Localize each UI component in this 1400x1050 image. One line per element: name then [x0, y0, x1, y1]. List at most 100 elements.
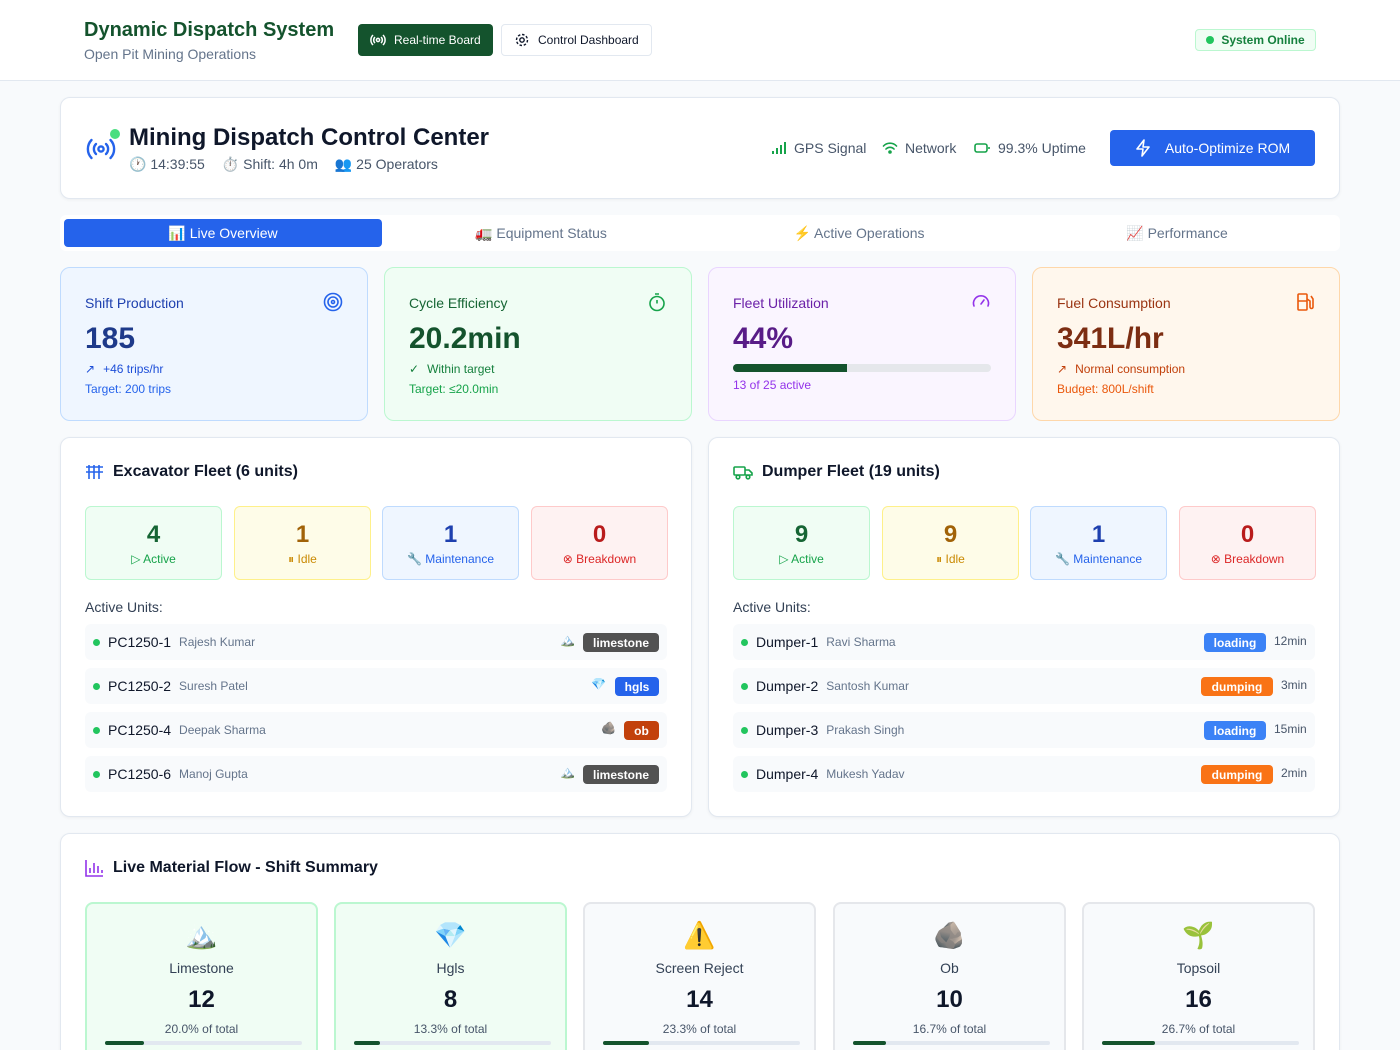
network-label: Network: [905, 140, 957, 156]
kpi-fuel-consumption: Fuel Consumption 341L/hr ↗ Normal consump…: [1032, 267, 1340, 421]
truck-icon: [733, 466, 753, 480]
material-name: Topsoil: [1176, 960, 1221, 976]
control-dashboard-button[interactable]: Control Dashboard: [501, 24, 652, 56]
kpi-trend-text: Normal consumption: [1075, 362, 1186, 376]
dumper-fleet-title: Dumper Fleet (19 units): [733, 463, 940, 481]
kpi-label: Fleet Utilization: [733, 295, 829, 311]
realtime-board-button[interactable]: Real-time Board: [358, 24, 493, 56]
mountain-icon: 🏔️: [560, 633, 575, 647]
gem-icon: 💎: [434, 920, 467, 950]
tab-equipment-status[interactable]: 🚛 Equipment Status: [382, 219, 700, 247]
check-circle-icon: ✓: [409, 362, 420, 376]
radio-tower-icon: [86, 129, 120, 160]
operator-name: Manoj Gupta: [179, 767, 248, 781]
excavator-row[interactable]: PC1250-6 Manoj Gupta 🏔️ limestone: [85, 756, 667, 792]
material-bar-fill: [853, 1041, 886, 1045]
seedling-icon: 🌱: [1182, 920, 1215, 950]
operator-name: Santosh Kumar: [826, 679, 909, 693]
excavator-row[interactable]: PC1250-4 Deepak Sharma 🪨 ob: [85, 712, 667, 748]
kpi-active-count: 13 of 25 active: [733, 378, 812, 392]
excavator-idle-count: 1 ⏸ Idle: [234, 506, 371, 580]
unit-id: Dumper-4: [756, 766, 819, 782]
operator-name: Prakash Singh: [826, 723, 905, 737]
dumper-row[interactable]: Dumper-3 Prakash Singh loading 15min: [733, 712, 1315, 748]
duration-text: 12min: [1274, 634, 1307, 648]
material-bar-fill: [354, 1041, 381, 1045]
operator-name: Rajesh Kumar: [179, 635, 256, 649]
material-card-ob: 🪨 Ob 10 16.7% of total: [833, 902, 1066, 1050]
status-dot: [93, 726, 100, 734]
tab-live-overview[interactable]: 📊 Live Overview: [64, 219, 382, 247]
dumper-maintenance-count: 1 🔧 Maintenance: [1030, 506, 1167, 580]
dumper-row[interactable]: Dumper-4 Mukesh Yadav dumping 2min: [733, 756, 1315, 792]
status-dot: [93, 638, 100, 646]
broadcast-icon: [370, 34, 386, 46]
excavator-row[interactable]: PC1250-2 Suresh Patel 💎 hgls: [85, 668, 667, 704]
battery-icon: [974, 143, 990, 153]
mountain-icon: 🏔️: [185, 920, 218, 950]
stat-number: 0: [592, 521, 607, 548]
kpi-cycle-efficiency: Cycle Efficiency 20.2min ✓ Within target …: [384, 267, 692, 421]
activity-badge: loading: [1204, 633, 1266, 652]
bar-chart-icon: [85, 860, 103, 877]
mountain-icon: 🏔️: [560, 765, 575, 779]
kpi-value: 44%: [733, 322, 794, 355]
status-dot: [1206, 36, 1215, 44]
stat-label: ⏸ Idle: [288, 552, 317, 566]
top-bar: Dynamic Dispatch System Open Pit Mining …: [0, 0, 1400, 81]
dumper-row[interactable]: Dumper-2 Santosh Kumar dumping 3min: [733, 668, 1315, 704]
stat-number: 1: [1091, 521, 1106, 548]
tab-active-operations[interactable]: ⚡ Active Operations: [700, 219, 1018, 247]
kpi-trend: ↗ +46 trips/hr: [85, 362, 163, 376]
kpi-trend-text: +46 trips/hr: [103, 362, 164, 376]
kpi-value: 341L/hr: [1057, 322, 1164, 355]
unit-id: PC1250-2: [108, 678, 172, 694]
stat-number: 9: [943, 521, 958, 548]
kpi-shift-production: Shift Production 185 ↗ +46 trips/hr Targe…: [60, 267, 368, 421]
page-title: Mining Dispatch Control Center: [129, 124, 489, 151]
unit-id: Dumper-1: [756, 634, 819, 650]
stat-label: ⏸ Idle: [936, 552, 965, 566]
operator-name: Suresh Patel: [179, 679, 248, 693]
dumper-row[interactable]: Dumper-1 Ravi Sharma loading 12min: [733, 624, 1315, 660]
excavator-row[interactable]: PC1250-1 Rajesh Kumar 🏔️ limestone: [85, 624, 667, 660]
status-dot: [741, 770, 748, 778]
kpi-target: Target: 200 trips: [85, 382, 172, 396]
excavator-maintenance-count: 1 🔧 Maintenance: [382, 506, 519, 580]
material-bar-fill: [105, 1041, 145, 1045]
status-dot: [741, 726, 748, 734]
material-name: Screen Reject: [655, 960, 744, 976]
gps-status: GPS Signal: [771, 140, 866, 156]
gps-label: GPS Signal: [794, 140, 867, 156]
auto-optimize-button[interactable]: Auto-Optimize ROM: [1110, 130, 1315, 166]
duration-text: 3min: [1281, 678, 1308, 692]
realtime-board-label: Real-time Board: [394, 33, 481, 47]
excavator-fleet-title: Excavator Fleet (6 units): [85, 463, 298, 481]
operators-text: 👥 25 Operators: [334, 156, 438, 172]
unit-id: PC1250-4: [108, 722, 172, 738]
app-title: Dynamic Dispatch System: [84, 19, 335, 41]
material-badge: hgls: [615, 677, 659, 696]
lightning-icon: [1136, 139, 1150, 157]
status-dot: [741, 682, 748, 690]
material-count: 14: [686, 986, 713, 1013]
active-units-label: Active Units:: [85, 599, 163, 615]
system-status-label: System Online: [1221, 33, 1305, 47]
network-status: Network: [882, 140, 956, 156]
wifi-icon: [882, 142, 898, 154]
material-badge: limestone: [583, 765, 659, 784]
tab-performance[interactable]: 📈 Performance: [1018, 219, 1336, 247]
fuel-icon: [1297, 293, 1314, 311]
stat-number: 9: [794, 521, 809, 548]
duration-text: 15min: [1274, 722, 1307, 736]
operator-name: Deepak Sharma: [179, 723, 266, 737]
excavator-icon: [86, 465, 103, 479]
material-flow-title-text: Live Material Flow - Shift Summary: [113, 859, 378, 876]
operator-name: Mukesh Yadav: [826, 767, 905, 781]
status-dot: [741, 638, 748, 646]
dumper-idle-count: 9 ⏸ Idle: [882, 506, 1019, 580]
material-card-limestone: 🏔️ Limestone 12 20.0% of total: [85, 902, 318, 1050]
material-name: Limestone: [169, 960, 234, 976]
gear-icon: [515, 33, 529, 47]
stat-number: 1: [443, 521, 458, 548]
